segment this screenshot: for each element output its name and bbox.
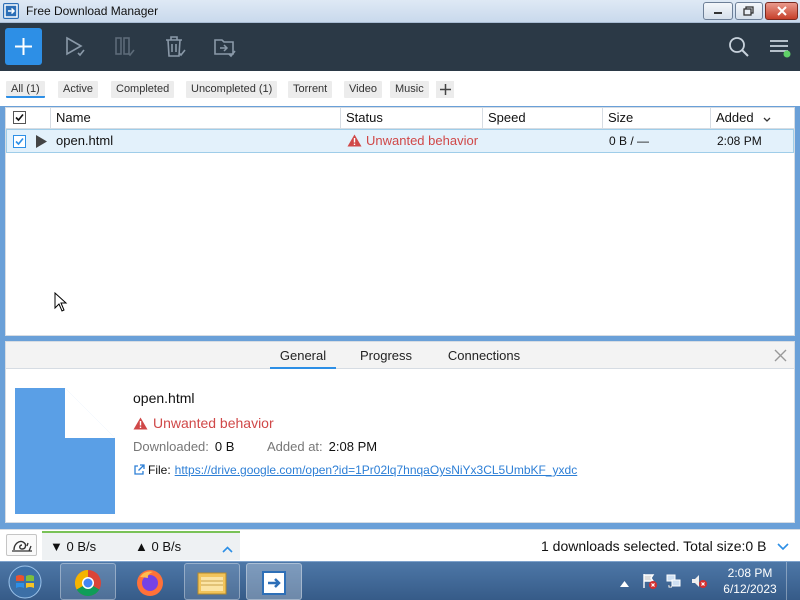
filter-bar: All (1) Active Completed Uncompleted (1)…: [0, 71, 800, 106]
tab-progress[interactable]: Progress: [350, 342, 422, 369]
download-speed-value: 0 B/s: [66, 539, 97, 554]
chevron-down-icon[interactable]: [777, 540, 789, 554]
explorer-icon[interactable]: [184, 563, 240, 600]
table-row[interactable]: open.html Unwanted behavior 0 B / — 2:08…: [6, 129, 794, 153]
downloaded-value: 0 B: [214, 439, 235, 454]
downloaded-label: Downloaded:: [133, 439, 209, 454]
detail-status: Unwanted behavior: [133, 415, 274, 431]
show-desktop-button[interactable]: [786, 562, 800, 600]
menu-icon[interactable]: [768, 35, 792, 59]
minimize-button[interactable]: [703, 2, 733, 20]
sort-down-icon: [763, 109, 771, 129]
fdm-app-icon: [3, 3, 19, 19]
detail-downloaded: Downloaded: 0 B: [133, 439, 234, 454]
detail-added-at: Added at: 2:08 PM: [267, 439, 377, 454]
network-icon[interactable]: [665, 572, 683, 590]
chrome-icon[interactable]: [60, 563, 116, 600]
table-header: Name Status Speed Size Added: [6, 108, 794, 129]
add-download-button[interactable]: [5, 28, 42, 65]
selection-info: 1 downloads selected. Total size:0 B: [541, 538, 767, 554]
row-size: 0 B / —: [609, 134, 650, 148]
window-title: Free Download Manager: [26, 4, 159, 18]
close-icon[interactable]: [774, 349, 787, 362]
upload-speed: ▲ 0 B/s: [135, 539, 182, 554]
file-icon: [15, 388, 115, 514]
start-button[interactable]: [2, 563, 50, 600]
file-url-link[interactable]: https://drive.google.com/open?id=1Pr02lq…: [175, 463, 578, 477]
downloads-table: Name Status Speed Size Added open.html U…: [5, 107, 795, 336]
system-clock[interactable]: 2:08 PM 6/12/2023: [718, 565, 782, 597]
row-added: 2:08 PM: [717, 134, 762, 148]
detail-filename: open.html: [133, 390, 195, 406]
row-checkbox[interactable]: [13, 135, 26, 148]
pause-icon[interactable]: [113, 35, 137, 59]
column-added-label: Added: [716, 110, 754, 125]
snail-mode-icon[interactable]: [6, 534, 37, 556]
volume-muted-icon[interactable]: [690, 572, 708, 590]
column-size[interactable]: Size: [603, 108, 711, 128]
added-at-value: 2:08 PM: [328, 439, 378, 454]
upload-speed-value: 0 B/s: [151, 539, 182, 554]
warning-icon: [347, 134, 362, 147]
resume-icon[interactable]: [63, 35, 87, 59]
download-speed: ▼ 0 B/s: [50, 539, 97, 554]
speed-panel[interactable]: ▼ 0 B/s ▲ 0 B/s: [42, 531, 240, 560]
fdm-icon[interactable]: [246, 563, 302, 600]
details-tabs: General Progress Connections: [6, 342, 794, 369]
detail-file: File: https://drive.google.com/open?id=1P…: [133, 463, 577, 477]
select-all-checkbox[interactable]: [13, 111, 26, 124]
row-play-icon[interactable]: [36, 135, 47, 151]
tab-general[interactable]: General: [270, 342, 336, 369]
column-added[interactable]: Added: [711, 108, 794, 128]
filter-all[interactable]: All (1): [6, 81, 45, 98]
move-icon[interactable]: [213, 35, 237, 59]
delete-icon[interactable]: [163, 35, 187, 59]
close-window-button[interactable]: [765, 2, 798, 20]
detail-status-text: Unwanted behavior: [153, 415, 274, 431]
taskbar: 2:08 PM 6/12/2023: [0, 561, 800, 600]
action-center-icon[interactable]: [641, 572, 659, 590]
tray-expand-icon[interactable]: [620, 576, 629, 590]
add-filter-icon[interactable]: [436, 81, 454, 98]
filter-video[interactable]: Video: [344, 81, 382, 98]
filter-torrent[interactable]: Torrent: [288, 81, 333, 98]
details-panel: General Progress Connections open.html U…: [5, 341, 795, 523]
filter-music[interactable]: Music: [390, 81, 429, 98]
file-label: File:: [148, 463, 171, 477]
title-bar: Free Download Manager: [0, 0, 800, 23]
filter-completed[interactable]: Completed: [111, 81, 175, 98]
header-select-all: [6, 108, 51, 128]
external-link-icon: [134, 464, 145, 475]
row-status: Unwanted behavior: [347, 130, 478, 152]
main-toolbar: [0, 23, 800, 71]
column-status[interactable]: Status: [341, 108, 483, 128]
column-name[interactable]: Name: [51, 108, 341, 128]
filter-uncompleted[interactable]: Uncompleted (1): [186, 81, 278, 98]
row-name: open.html: [56, 133, 114, 148]
mouse-cursor-icon: [54, 291, 68, 315]
clock-date: 6/12/2023: [723, 582, 777, 596]
filter-active[interactable]: Active: [58, 81, 98, 98]
firefox-icon[interactable]: [122, 563, 178, 600]
added-at-label: Added at:: [267, 439, 323, 454]
warning-icon: [133, 417, 148, 430]
status-bar: ▼ 0 B/s ▲ 0 B/s 1 downloads selected. To…: [0, 529, 800, 561]
search-icon[interactable]: [727, 35, 751, 59]
clock-time: 2:08 PM: [727, 566, 773, 580]
column-speed[interactable]: Speed: [483, 108, 603, 128]
chevron-up-icon[interactable]: [222, 542, 233, 556]
row-status-text: Unwanted behavior: [366, 133, 479, 148]
maximize-button[interactable]: [735, 2, 763, 20]
tab-connections[interactable]: Connections: [438, 342, 530, 369]
